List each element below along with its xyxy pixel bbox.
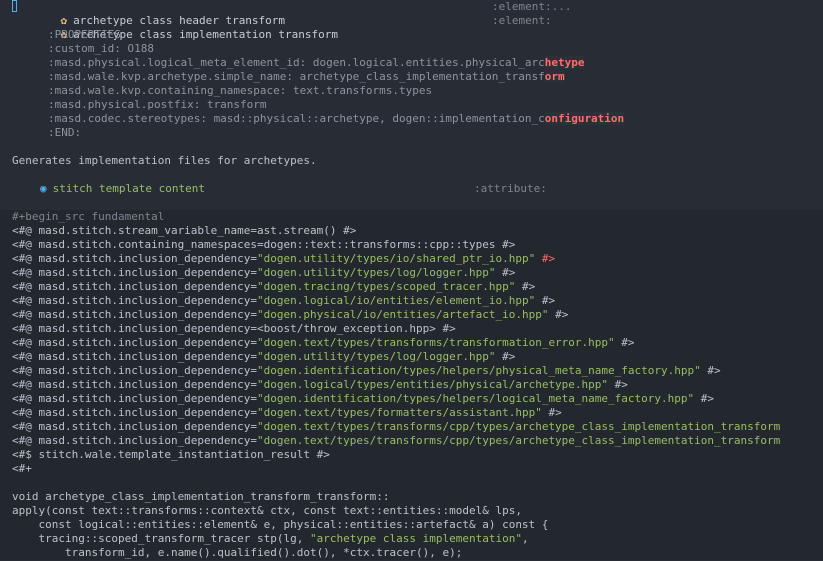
include-line: <#@ masd.stitch.inclusion_dependency=<bo… (12, 322, 456, 335)
heading-tag: :element: (492, 14, 552, 27)
include-line: <#@ masd.stitch.inclusion_dependency="do… (12, 378, 628, 391)
src-line: <#@ masd.stitch.stream_variable_name=ast… (12, 224, 357, 237)
outline-subheading[interactable]: ◉ stitch template content:attribute: (0, 182, 823, 196)
include-line: <#@ masd.stitch.inclusion_dependency="do… (12, 364, 721, 377)
src-line: const logical::entities::element& e, phy… (12, 518, 549, 531)
include-line: <#@ masd.stitch.inclusion_dependency="do… (12, 336, 635, 349)
cursor (12, 0, 17, 12)
src-begin: #+begin_src fundamental (12, 210, 165, 223)
include-line: <#@ masd.stitch.inclusion_dependency="do… (12, 392, 715, 405)
overflow-highlight: onfiguration (544, 112, 625, 125)
src-line: void archetype_class_implementation_tran… (12, 490, 390, 503)
src-line (0, 476, 823, 490)
property-line: :PROPERTIES: (48, 28, 128, 41)
include-line: <#@ masd.stitch.inclusion_dependency="do… (12, 350, 516, 363)
src-line: <#@ masd.stitch.containing_namespaces=do… (12, 238, 516, 251)
overflow-highlight: orm (544, 70, 565, 83)
include-line: <#@ masd.stitch.inclusion_dependency="do… (12, 434, 781, 447)
property-line: :masd.physical.postfix: transform (48, 98, 267, 111)
include-line: <#@ masd.stitch.inclusion_dependency="do… (12, 420, 781, 433)
src-line: apply(const text::transforms::context& c… (12, 504, 522, 517)
include-lines: <#@ masd.stitch.inclusion_dependency="do… (0, 252, 823, 448)
outline-heading-impl-transform[interactable]: ✿ archetype class implementation transfor… (0, 14, 823, 41)
property-line: :END: (48, 126, 82, 139)
outline-heading-header-transform[interactable]: ✿ archetype class header transform:elemen… (0, 0, 823, 27)
include-line: <#@ masd.stitch.inclusion_dependency="do… (12, 406, 562, 419)
property-line: :masd.physical.logical_meta_element_id: … (48, 56, 585, 69)
property-line: :custom_id: O188 (48, 42, 154, 55)
editor[interactable]: ✿ archetype class header transform:elemen… (0, 0, 823, 561)
circle-bullet-icon: ◉ (40, 182, 47, 195)
description-text: Generates implementation files for arche… (12, 154, 317, 167)
src-line: transform_id, e.name().qualified().dot()… (12, 546, 463, 559)
include-line: <#@ masd.stitch.inclusion_dependency="do… (12, 280, 536, 293)
heading-tag: :element:... (492, 0, 572, 13)
overflow-highlight: hetype (544, 56, 585, 69)
src-line: <#+ (12, 462, 32, 475)
include-line: <#@ masd.stitch.inclusion_dependency="do… (12, 252, 556, 265)
property-line: :masd.wale.kvp.containing_namespace: tex… (48, 84, 433, 97)
include-line: <#@ masd.stitch.inclusion_dependency="do… (12, 266, 516, 279)
include-line: <#@ masd.stitch.inclusion_dependency="do… (12, 294, 556, 307)
src-line: tracing::scoped_transform_tracer stp(lg,… (12, 532, 529, 545)
source-block[interactable]: #+begin_src fundamental <#@ masd.stitch.… (0, 210, 823, 560)
property-line: :masd.wale.kvp.archetype.simple_name: ar… (48, 70, 565, 83)
include-line: <#@ masd.stitch.inclusion_dependency="do… (12, 308, 569, 321)
heading-tag: :attribute: (474, 182, 547, 195)
src-line: <#$ stitch.wale.template_instantiation_r… (12, 448, 330, 461)
property-line: :masd.codec.stereotypes: masd::physical:… (48, 112, 625, 125)
